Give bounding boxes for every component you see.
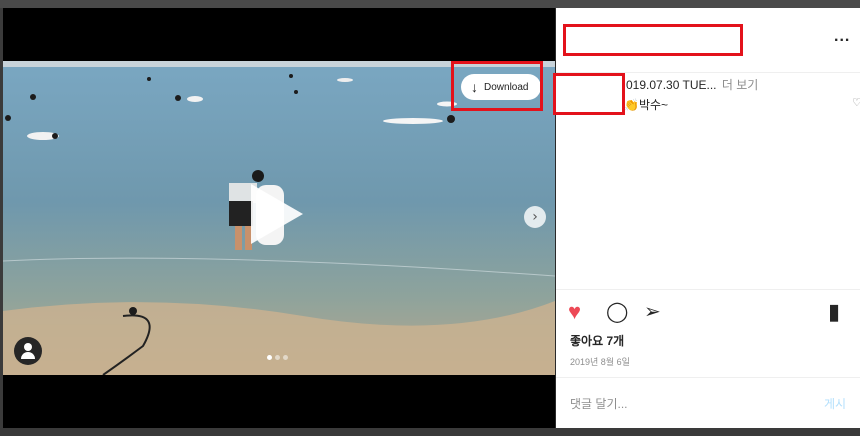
- like-count[interactable]: 좋아요 7개: [570, 332, 624, 349]
- carousel-dot-active: [267, 355, 272, 360]
- comment-divider: [556, 377, 860, 378]
- carousel-dot: [283, 355, 288, 360]
- user-tag-head: [24, 343, 32, 351]
- comment-input[interactable]: 댓글 달기...: [570, 395, 628, 412]
- user-tag-icon[interactable]: [14, 337, 42, 365]
- post-date: 2019년 8월 6일: [570, 357, 630, 367]
- redaction-box-avatar: [553, 73, 625, 115]
- actions-divider: [556, 289, 860, 290]
- caption-text: 019.07.30 TUE...: [626, 78, 717, 92]
- highlight-box-download: [451, 61, 543, 111]
- share-icon[interactable]: ➢: [644, 300, 661, 324]
- caption-line-2: 👏박수~: [624, 98, 669, 112]
- caption-like-icon[interactable]: ♡: [852, 96, 860, 109]
- more-options-button[interactable]: ...: [834, 28, 850, 46]
- next-arrow-icon[interactable]: ›: [524, 206, 546, 228]
- play-icon[interactable]: [251, 184, 303, 244]
- redaction-box-username: [563, 24, 743, 56]
- save-icon[interactable]: ▮: [828, 300, 840, 324]
- post-comment-button[interactable]: 게시: [824, 395, 846, 412]
- background-strip-top: [0, 0, 860, 8]
- caption-more-link[interactable]: 더 보기: [722, 78, 758, 92]
- like-icon[interactable]: ♥: [568, 300, 581, 324]
- comment-icon[interactable]: ◯: [606, 300, 628, 324]
- user-tag-body: [21, 352, 35, 359]
- caption-line: 019.07.30 TUE... 더 보기: [626, 76, 758, 93]
- carousel-dots: [267, 355, 288, 360]
- carousel-dot: [275, 355, 280, 360]
- background-strip-bottom: [0, 428, 860, 436]
- post-details-panel: ... 019.07.30 TUE... 더 보기 👏박수~ ♡ ♥ ◯ ➢ ▮…: [556, 8, 860, 428]
